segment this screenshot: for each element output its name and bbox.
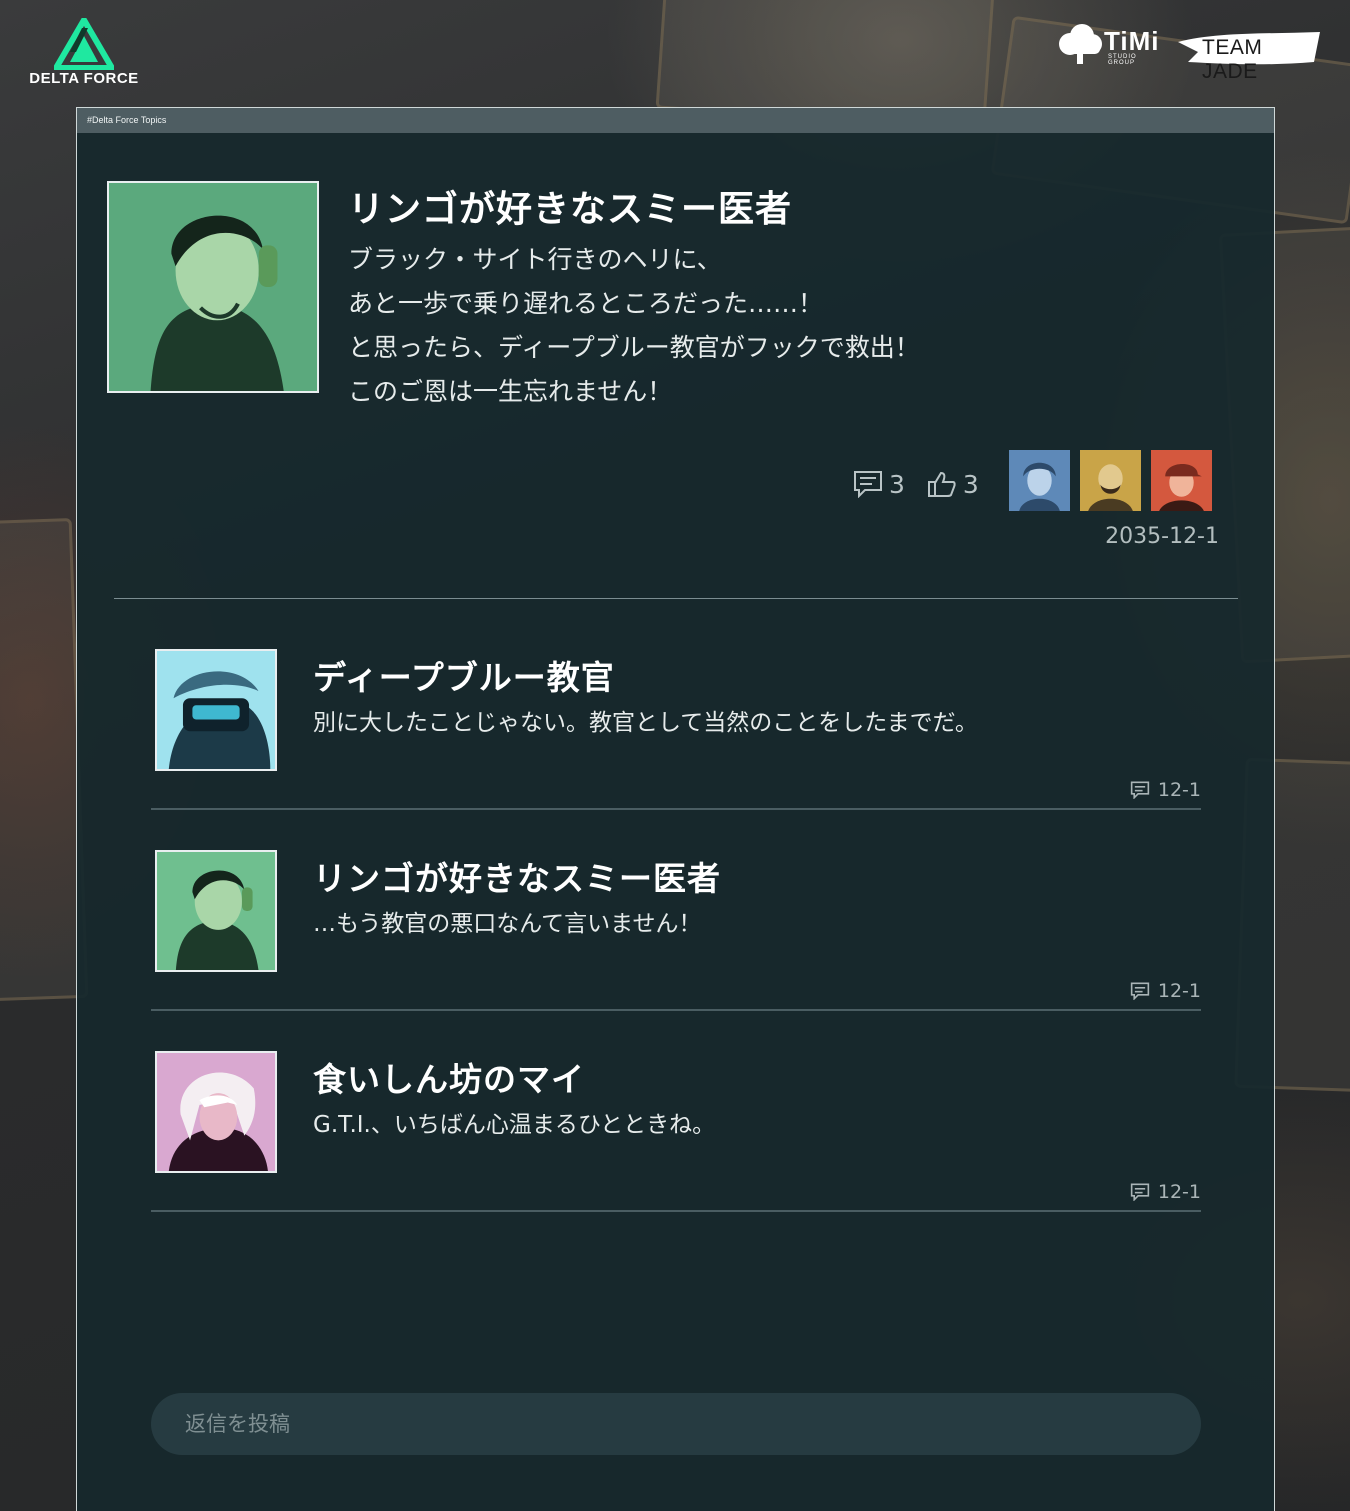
reply-item: リンゴが好きなスミー医者 …もう教官の悪口なんて言いません！ 12-1 xyxy=(151,850,1201,1050)
reply-meta[interactable]: 12-1 xyxy=(1130,1181,1201,1203)
post-line: あと一歩で乗り遅れるところだった……！ xyxy=(348,289,824,318)
timi-logo-subtext: STUDIO GROUP xyxy=(1108,54,1137,66)
post-author-avatar[interactable] xyxy=(107,181,319,393)
reply-author-avatar[interactable] xyxy=(155,850,277,972)
reply-divider xyxy=(151,1210,1201,1212)
comment-icon xyxy=(1130,982,1150,1000)
liker-avatar[interactable] xyxy=(1080,450,1141,511)
reply-date: 12-1 xyxy=(1157,1181,1201,1203)
liker-avatar[interactable] xyxy=(1151,450,1212,511)
post-line: ブラック・サイト行きのヘリに、 xyxy=(348,245,722,274)
timi-logo-text: TiMi xyxy=(1104,26,1160,56)
reply-item: ディープブルー教官 別に大したことじゃない。教官として当然のことをしたまでだ。 … xyxy=(151,649,1201,849)
reply-input[interactable] xyxy=(151,1393,1201,1455)
like-count: 3 xyxy=(962,469,979,499)
liker-avatar[interactable] xyxy=(1009,450,1070,511)
comment-icon xyxy=(854,471,882,498)
comment-icon xyxy=(1130,781,1150,799)
reply-meta[interactable]: 12-1 xyxy=(1130,779,1201,801)
post-line: と思ったら、ディープブルー教官がフックで救出！ xyxy=(348,333,920,362)
delta-force-logo-text: DELTA FORCE xyxy=(29,70,139,87)
reply-author-name[interactable]: 食いしん坊のマイ xyxy=(313,1053,585,1101)
post-date: 2035-12-1 xyxy=(1105,524,1219,549)
reply-author-name[interactable]: ディープブルー教官 xyxy=(313,651,615,699)
delta-force-logo: DELTA FORCE xyxy=(22,18,146,88)
topic-tag: #Delta Force Topics xyxy=(77,108,1274,133)
team-jade-logo: TEAM JADE xyxy=(1176,28,1322,83)
comment-icon xyxy=(1130,1183,1150,1201)
comment-count: 3 xyxy=(889,469,905,499)
timi-logo: TiMi STUDIO GROUP xyxy=(1056,22,1162,66)
post-author-name[interactable]: リンゴが好きなスミー医者 xyxy=(348,180,792,232)
reply-date: 12-1 xyxy=(1157,779,1201,801)
reply-text: 別に大したことじゃない。教官として当然のことをしたまでだ。 xyxy=(313,710,978,736)
post-line: このご恩は一生忘れません！ xyxy=(348,377,673,406)
reply-divider xyxy=(151,808,1201,810)
thumbs-up-icon xyxy=(927,471,956,497)
post-body: ブラック・サイト行きのヘリに、 あと一歩で乗り遅れるところだった……！ と思った… xyxy=(348,238,1068,414)
post-stats: 3 3 xyxy=(853,466,1001,502)
cloud-icon xyxy=(1059,24,1102,64)
reply-author-avatar[interactable] xyxy=(155,1051,277,1173)
reply-meta[interactable]: 12-1 xyxy=(1130,980,1201,1002)
reply-author-name[interactable]: リンゴが好きなスミー医者 xyxy=(313,852,721,900)
reply-author-avatar[interactable] xyxy=(155,649,277,771)
post-divider xyxy=(114,598,1238,599)
reply-divider xyxy=(151,1009,1201,1011)
comment-count-button[interactable]: 3 xyxy=(853,470,905,499)
topic-panel: #Delta Force Topics リンゴが好きなスミー医者 ブラック・サイ… xyxy=(76,107,1275,1511)
reply-text: G.T.I.、いちばん心温まるひとときね。 xyxy=(313,1112,716,1138)
like-button[interactable]: 3 xyxy=(927,470,979,499)
reply-item: 食いしん坊のマイ G.T.I.、いちばん心温まるひとときね。 12-1 xyxy=(151,1051,1201,1251)
reply-text: …もう教官の悪口なんて言いません！ xyxy=(313,911,702,937)
team-jade-logo-text: TEAM JADE xyxy=(1202,36,1263,83)
reply-date: 12-1 xyxy=(1157,980,1201,1002)
